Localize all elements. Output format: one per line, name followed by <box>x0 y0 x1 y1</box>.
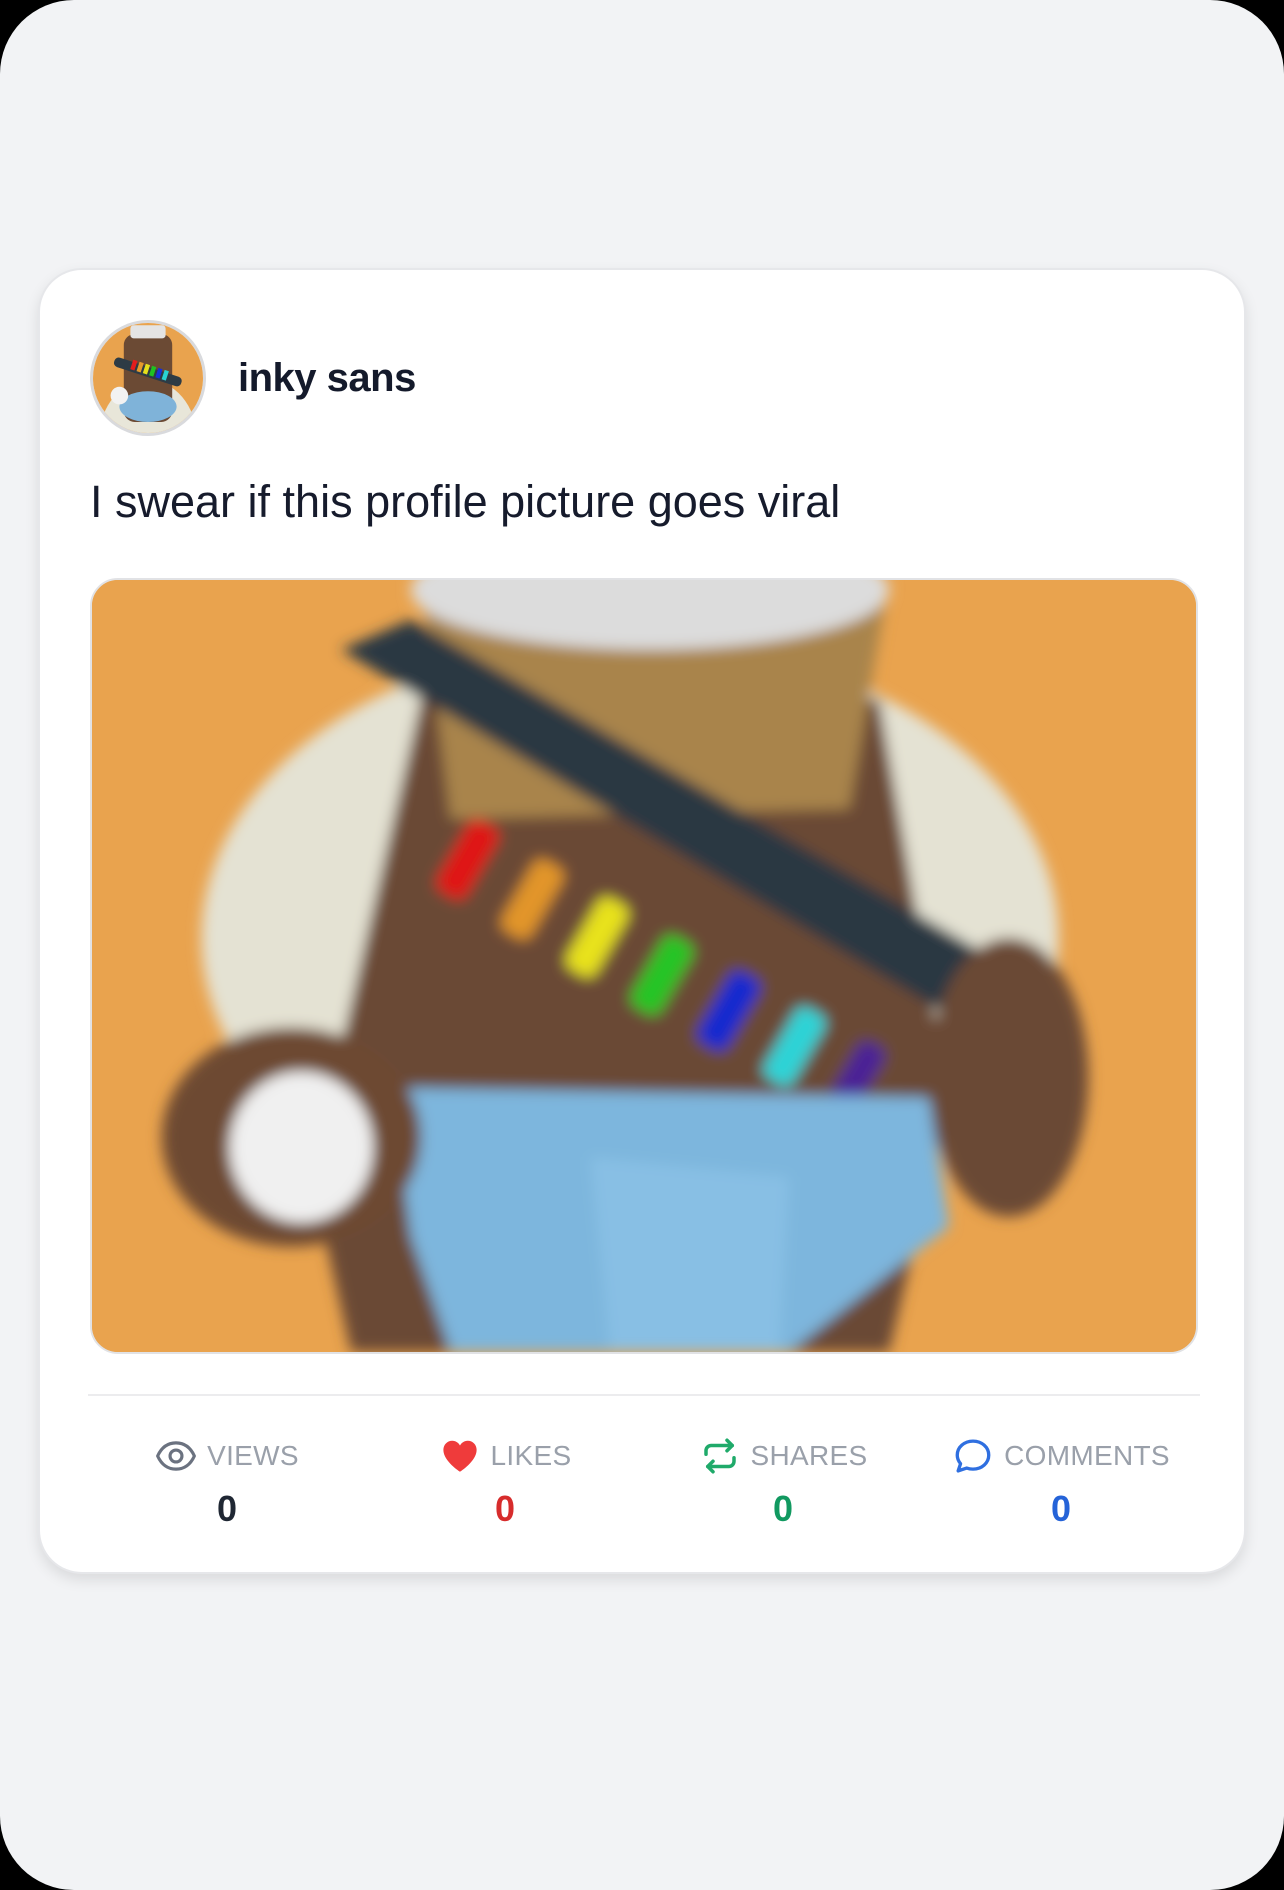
heart-icon <box>442 1440 477 1472</box>
comments-count: 0 <box>1050 1488 1072 1529</box>
divider <box>88 1394 1200 1396</box>
roblox-character-image <box>92 580 1196 1352</box>
comments-label: COMMENTS <box>1004 1440 1170 1471</box>
shares-label: SHARES <box>750 1440 868 1471</box>
author-avatar[interactable] <box>90 320 206 436</box>
screen: inky sans I swear if this profile pictur… <box>0 0 1284 1890</box>
post-image[interactable] <box>90 578 1198 1354</box>
likes-label: LIKES <box>490 1440 572 1471</box>
likes-count: 0 <box>494 1488 516 1529</box>
author-name[interactable]: inky sans <box>238 356 416 401</box>
views-count: 0 <box>216 1488 238 1529</box>
views-label: VIEWS <box>207 1440 299 1471</box>
repost-icon <box>703 1438 736 1474</box>
likes-stat[interactable]: LIKES 0 <box>366 1428 644 1538</box>
eye-icon <box>156 1441 197 1471</box>
shares-stat[interactable]: SHARES 0 <box>644 1428 922 1538</box>
post-card: inky sans I swear if this profile pictur… <box>38 268 1246 1574</box>
post-text: I swear if this profile picture goes vir… <box>90 476 841 527</box>
stats-bar: VIEWS 0 LIKES 0 SHARES 0 COMMENTS 0 <box>88 1428 1200 1538</box>
views-stat[interactable]: VIEWS 0 <box>88 1428 366 1538</box>
avatar-image <box>93 323 203 433</box>
comments-stat[interactable]: COMMENTS 0 <box>922 1428 1200 1538</box>
post-header: inky sans <box>90 320 416 436</box>
shares-count: 0 <box>772 1488 794 1529</box>
comment-icon <box>955 1439 991 1473</box>
